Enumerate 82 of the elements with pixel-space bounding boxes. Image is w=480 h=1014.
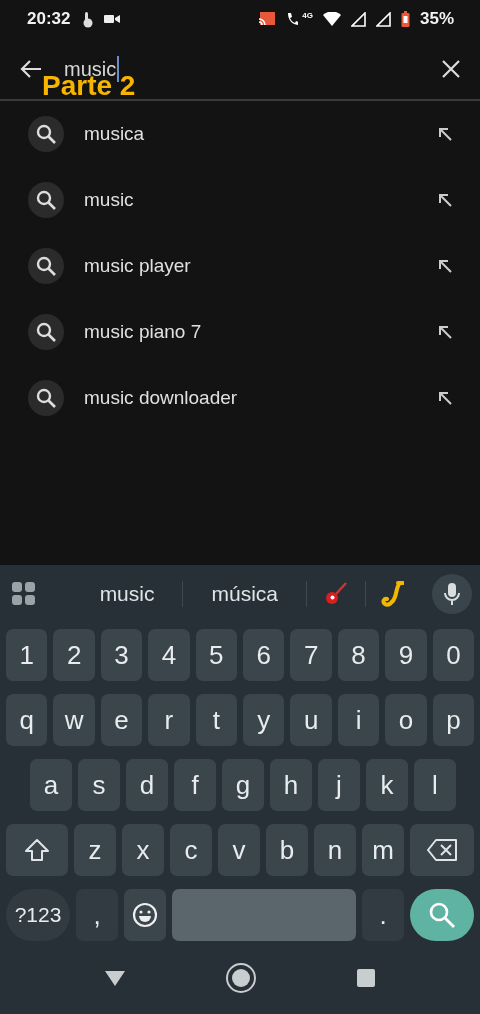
keyboard-key[interactable]: n bbox=[314, 824, 356, 876]
search-icon bbox=[28, 116, 64, 152]
keyboard-key[interactable]: l bbox=[414, 759, 456, 811]
insert-arrow-icon[interactable] bbox=[438, 391, 452, 405]
word-suggestion[interactable]: music bbox=[71, 582, 183, 606]
close-icon[interactable] bbox=[442, 59, 460, 78]
keyboard-key[interactable]: r bbox=[148, 694, 190, 746]
signal-icon bbox=[375, 11, 391, 27]
keyboard-key[interactable]: j bbox=[318, 759, 360, 811]
keyboard-key[interactable]: 6 bbox=[243, 629, 285, 681]
keyboard-key[interactable]: o bbox=[385, 694, 427, 746]
keyboard-key[interactable]: 2 bbox=[53, 629, 95, 681]
apps-grid-icon[interactable] bbox=[12, 582, 36, 606]
battery-percentage: 35% bbox=[419, 9, 454, 29]
battery-icon bbox=[400, 10, 410, 28]
search-icon bbox=[28, 380, 64, 416]
suggestion-text[interactable]: music player bbox=[84, 255, 438, 277]
keyboard-key[interactable]: q bbox=[6, 694, 48, 746]
back-arrow-icon[interactable] bbox=[20, 58, 42, 79]
keyboard-key[interactable]: c bbox=[170, 824, 212, 876]
backspace-key[interactable] bbox=[410, 824, 474, 876]
home-circle-icon[interactable] bbox=[225, 961, 257, 994]
search-key[interactable] bbox=[410, 889, 474, 941]
signal-icon bbox=[350, 11, 366, 27]
backspace-icon bbox=[427, 839, 457, 861]
keyboard-key[interactable]: w bbox=[53, 694, 95, 746]
keyboard-key[interactable]: 9 bbox=[385, 629, 427, 681]
period-key[interactable]: . bbox=[362, 889, 404, 941]
symbols-key[interactable]: ?123 bbox=[6, 889, 70, 941]
keyboard-key[interactable]: k bbox=[366, 759, 408, 811]
search-icon bbox=[28, 248, 64, 284]
keyboard-key[interactable]: x bbox=[122, 824, 164, 876]
insert-arrow-icon[interactable] bbox=[438, 193, 452, 207]
keyboard-key[interactable]: u bbox=[290, 694, 332, 746]
keyboard-key[interactable]: 1 bbox=[6, 629, 48, 681]
keyboard-key[interactable]: s bbox=[78, 759, 120, 811]
suggestion-text[interactable]: music piano 7 bbox=[84, 321, 438, 343]
cast-icon bbox=[258, 11, 277, 27]
shift-key[interactable] bbox=[6, 824, 68, 876]
suggestion-text[interactable]: music bbox=[84, 189, 438, 211]
keyboard-key[interactable]: 0 bbox=[432, 629, 475, 681]
comma-key[interactable]: , bbox=[76, 889, 118, 941]
keyboard-key[interactable]: g bbox=[222, 759, 264, 811]
search-icon bbox=[28, 182, 64, 218]
shift-arrow-icon bbox=[24, 838, 50, 862]
microphone-button[interactable] bbox=[432, 574, 472, 614]
keyboard-key[interactable]: y bbox=[243, 694, 285, 746]
keyboard-key[interactable]: 5 bbox=[195, 629, 238, 681]
keyboard-key[interactable]: 4 bbox=[148, 629, 190, 681]
keyboard-key[interactable]: z bbox=[74, 824, 116, 876]
keyboard-key[interactable]: 3 bbox=[100, 629, 143, 681]
keyboard-key[interactable]: b bbox=[266, 824, 308, 876]
keyboard-key[interactable]: f bbox=[174, 759, 216, 811]
keyboard-key[interactable]: p bbox=[432, 694, 475, 746]
smiley-icon bbox=[132, 902, 158, 928]
network-type-label: 4G bbox=[302, 10, 313, 20]
suggestion-text[interactable]: musica bbox=[84, 123, 438, 145]
status-time: 20:32 bbox=[27, 9, 71, 29]
insert-arrow-icon[interactable] bbox=[438, 325, 452, 339]
keyboard-key[interactable]: e bbox=[100, 694, 143, 746]
keyboard-key[interactable]: h bbox=[270, 759, 312, 811]
wifi-icon bbox=[322, 12, 341, 26]
keyboard-key[interactable]: t bbox=[195, 694, 238, 746]
microphone-icon bbox=[444, 582, 460, 606]
keyboard-key[interactable]: d bbox=[126, 759, 168, 811]
word-suggestion[interactable]: música bbox=[183, 582, 306, 606]
insert-arrow-icon[interactable] bbox=[438, 259, 452, 273]
search-icon bbox=[28, 314, 64, 350]
keyboard-key[interactable]: 8 bbox=[337, 629, 380, 681]
keyboard-key[interactable]: 7 bbox=[290, 629, 332, 681]
keyboard-key[interactable]: i bbox=[337, 694, 380, 746]
keyboard-key[interactable]: m bbox=[362, 824, 404, 876]
keyboard-key[interactable]: v bbox=[218, 824, 260, 876]
search-icon bbox=[428, 901, 456, 929]
recents-square-icon[interactable] bbox=[357, 968, 375, 987]
emoji-key[interactable] bbox=[124, 889, 166, 941]
suggestion-text[interactable]: music downloader bbox=[84, 387, 438, 409]
insert-arrow-icon[interactable] bbox=[438, 127, 452, 141]
back-triangle-icon[interactable] bbox=[105, 968, 125, 987]
phone-icon bbox=[286, 12, 299, 26]
keyboard-key[interactable]: a bbox=[30, 759, 72, 811]
video-camera-icon bbox=[104, 13, 121, 25]
